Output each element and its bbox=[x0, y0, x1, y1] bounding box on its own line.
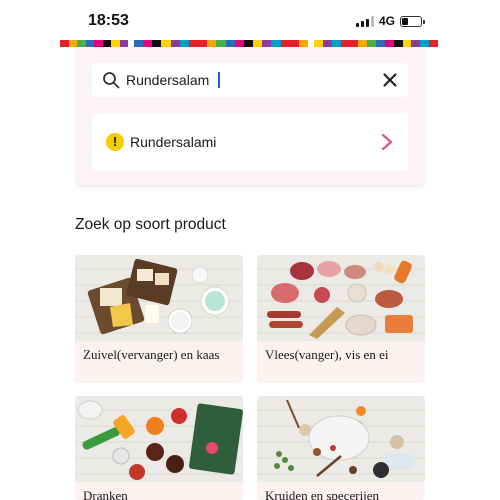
brand-stripe-segment bbox=[234, 40, 244, 47]
brand-stripe-segment bbox=[429, 40, 439, 47]
brand-stripe-segment bbox=[170, 40, 180, 47]
brand-stripe-segment bbox=[322, 40, 332, 47]
drinks-photo bbox=[75, 396, 243, 482]
search-input[interactable] bbox=[126, 63, 366, 97]
brand-stripe-segment bbox=[188, 40, 199, 47]
brand-stripe-segment bbox=[94, 40, 103, 47]
section-title: Zoek op soort product bbox=[75, 216, 226, 233]
warning-icon: ! bbox=[106, 133, 124, 151]
herbs-spices-photo bbox=[257, 396, 425, 482]
brand-stripe-segment bbox=[85, 40, 94, 47]
category-label: Dranken bbox=[83, 488, 128, 500]
brand-stripe-segment bbox=[376, 40, 385, 47]
brand-stripe-segment bbox=[179, 40, 189, 47]
signal-icon bbox=[356, 15, 374, 27]
brand-stripe-segment bbox=[68, 40, 77, 47]
category-tile-drinks[interactable]: Dranken bbox=[75, 396, 243, 500]
dairy-cheese-photo bbox=[75, 255, 243, 341]
brand-stripe-segment bbox=[102, 40, 111, 47]
brand-stripe-segment bbox=[402, 40, 412, 47]
search-field bbox=[92, 63, 408, 97]
brand-stripe-segment bbox=[143, 40, 153, 47]
suggestion-label: Rundersalami bbox=[130, 134, 217, 150]
brand-stripe-segment bbox=[243, 40, 254, 47]
brand-stripe-segment bbox=[207, 40, 217, 47]
category-tile-herbs-spices[interactable]: Kruiden en specerijen bbox=[257, 396, 425, 500]
brand-stripe-segment bbox=[280, 40, 290, 47]
brand-stripe-segment bbox=[161, 40, 171, 47]
brand-stripe-segment bbox=[340, 40, 350, 47]
brand-stripe-segment bbox=[111, 40, 120, 47]
brand-stripe bbox=[314, 40, 439, 47]
brand-stripe-segment bbox=[253, 40, 263, 47]
brand-stripe bbox=[60, 40, 128, 47]
brand-stripe-segment bbox=[367, 40, 377, 47]
brand-stripe-segment bbox=[119, 40, 128, 47]
brand-stripe-segment bbox=[152, 40, 162, 47]
brand-stripe-segment bbox=[331, 40, 341, 47]
search-panel: ! Rundersalami bbox=[76, 47, 424, 185]
brand-stripe-segment bbox=[77, 40, 86, 47]
status-bar: 18:53 4G bbox=[0, 0, 500, 40]
brand-stripe-segment bbox=[411, 40, 421, 47]
brand-stripe-segment bbox=[393, 40, 403, 47]
status-time: 18:53 bbox=[88, 12, 129, 29]
brand-stripe-segment bbox=[198, 40, 208, 47]
brand-stripe-segment bbox=[225, 40, 235, 47]
category-label: Kruiden en specerijen bbox=[265, 488, 380, 500]
brand-stripe-segment bbox=[314, 40, 323, 47]
close-icon[interactable] bbox=[382, 72, 398, 88]
brand-stripe-segment bbox=[271, 40, 281, 47]
brand-stripe bbox=[134, 40, 308, 47]
category-tile-dairy[interactable]: Zuivel(vervanger) en kaas bbox=[75, 255, 243, 383]
search-suggestion[interactable]: ! Rundersalami bbox=[92, 113, 408, 171]
status-indicators: 4G bbox=[356, 14, 426, 28]
category-label: Vlees(vanger), vis en ei bbox=[265, 347, 389, 362]
brand-stripe-segment bbox=[349, 40, 359, 47]
battery-icon bbox=[400, 15, 426, 27]
category-tile-meat-fish-egg[interactable]: Vlees(vanger), vis en ei bbox=[257, 255, 425, 383]
brand-stripe-segment bbox=[289, 40, 299, 47]
meat-fish-egg-photo bbox=[257, 255, 425, 341]
category-label: Zuivel(vervanger) en kaas bbox=[83, 347, 220, 362]
network-type: 4G bbox=[379, 14, 396, 28]
brand-stripe-segment bbox=[358, 40, 368, 47]
brand-stripe-segment bbox=[216, 40, 226, 47]
brand-stripe-segment bbox=[420, 40, 430, 47]
brand-stripe-segment bbox=[134, 40, 144, 47]
brand-stripe-segment bbox=[298, 40, 308, 47]
chevron-right-icon bbox=[381, 133, 393, 151]
brand-stripe-segment bbox=[60, 40, 69, 47]
brand-stripe-segment bbox=[384, 40, 394, 47]
text-caret bbox=[218, 72, 220, 88]
search-icon bbox=[103, 72, 120, 89]
brand-stripe-segment bbox=[262, 40, 272, 47]
